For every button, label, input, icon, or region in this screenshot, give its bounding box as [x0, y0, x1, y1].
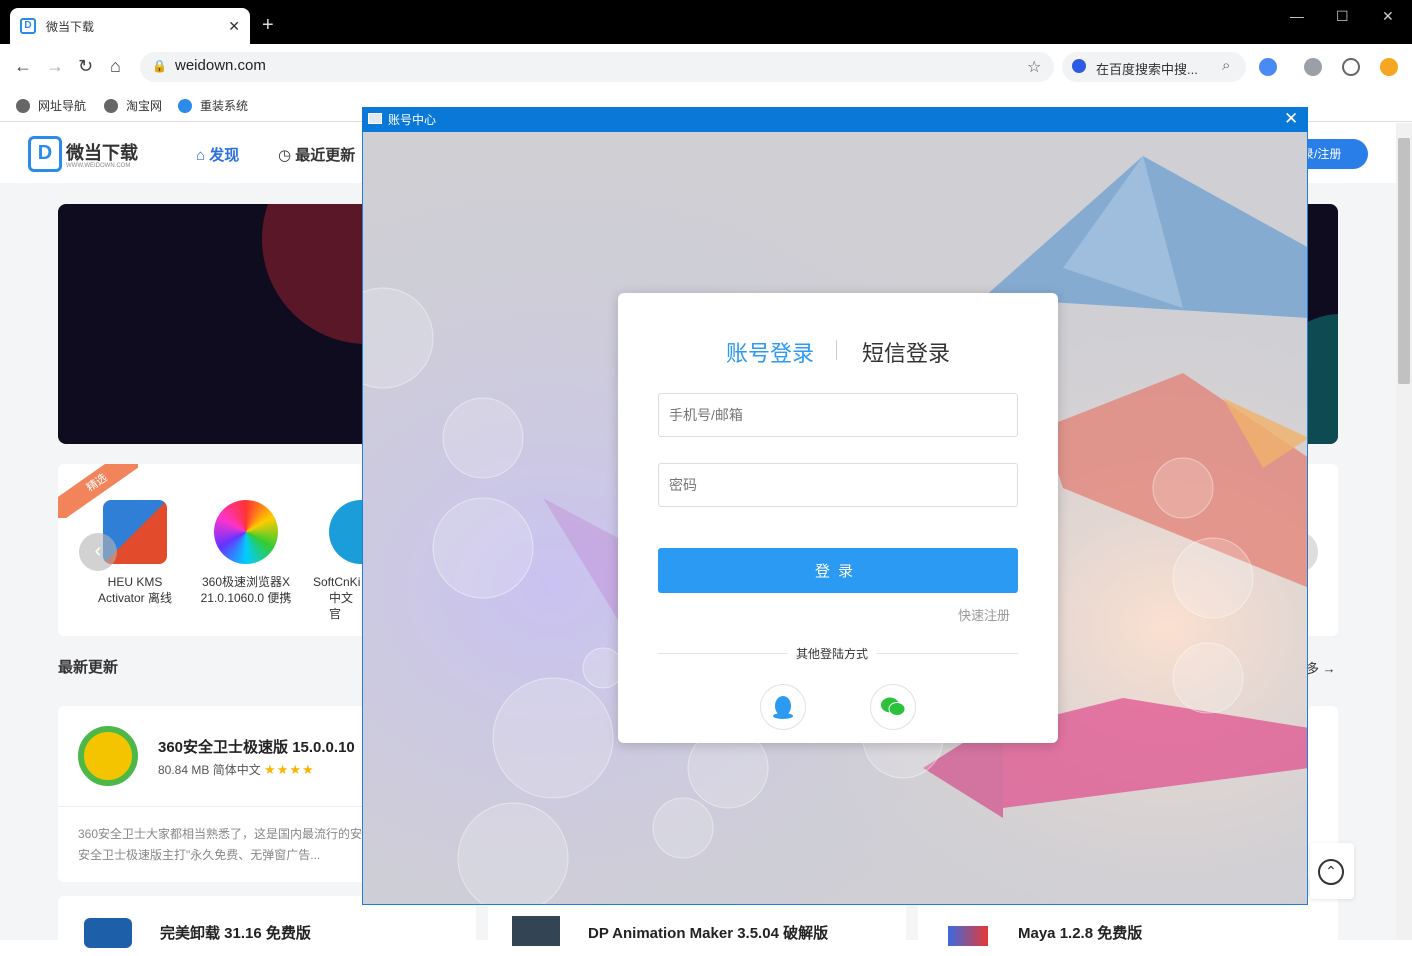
search-placeholder: 在百度搜索中搜... [1096, 62, 1198, 77]
window-icon [368, 113, 382, 124]
lock-icon[interactable]: 🔒 [152, 59, 167, 73]
pick-item[interactable]: SoftCnKi 中文官 [300, 500, 362, 622]
profile-icon[interactable] [1304, 58, 1322, 76]
site-logo-sub: WWW.WEIDOWN.COM [66, 163, 131, 169]
tab-sms-login[interactable]: 短信登录 [862, 336, 950, 368]
new-tab-button[interactable]: + [262, 14, 274, 37]
dialog-close-button[interactable]: ✕ [1284, 109, 1298, 129]
login-button[interactable]: 登录 [658, 548, 1018, 593]
tab-title: 微当下载 [46, 19, 95, 34]
baidu-icon [1072, 59, 1086, 73]
globe-icon [104, 98, 118, 113]
record-extension-icon[interactable] [1342, 58, 1360, 76]
search-icon[interactable]: ⌕ [1222, 57, 1230, 74]
wechat-icon [881, 697, 906, 716]
arrow-up-icon: ⌃ [1318, 859, 1344, 885]
bookmark-item[interactable]: 淘宝网 [104, 97, 162, 114]
minimize-button[interactable]: — [1290, 8, 1304, 24]
maximize-button[interactable]: ☐ [1336, 8, 1349, 25]
softcnki-icon [329, 500, 362, 564]
home-icon: ⌂ [196, 147, 210, 164]
other-login-label: 其他登陆方式 [788, 645, 877, 662]
bookmark-item[interactable]: 网址导航 [16, 97, 86, 114]
tab-close-icon[interactable]: ✕ [228, 18, 240, 35]
search-box[interactable]: 在百度搜索中搜... ⌕ [1062, 52, 1246, 82]
url-text[interactable]: weidown.com [175, 57, 266, 74]
gear-icon [178, 98, 192, 113]
password-input[interactable] [658, 463, 1018, 507]
dialog-title: 账号中心 [388, 113, 437, 127]
globe-icon [16, 98, 30, 113]
maya-icon [948, 926, 988, 946]
quick-register-link[interactable]: 快速注册 [958, 605, 1010, 624]
phone-email-input[interactable] [658, 393, 1018, 437]
qq-icon [773, 696, 793, 719]
home-icon[interactable]: ⌂ [110, 56, 121, 77]
nav-recent[interactable]: ◷ 最近更新 [278, 144, 355, 165]
qq-login-button[interactable] [760, 684, 806, 730]
card-meta: 80.84 MB 简体中文 ★★★★ [158, 762, 315, 777]
more-link[interactable]: 多 → [1306, 658, 1336, 677]
latest-title: 最新更新 [58, 659, 119, 676]
forward-icon[interactable]: → [46, 56, 64, 77]
site-logo-icon[interactable]: D [28, 136, 62, 172]
address-bar[interactable] [140, 52, 1054, 82]
dp-animation-icon [512, 916, 560, 946]
rating-stars: ★★★★ [264, 762, 315, 777]
bookmark-star-icon[interactable]: ☆ [1027, 57, 1041, 77]
pick-item[interactable]: 360极速浏览器X 21.0.1060.0 便携 [191, 500, 301, 606]
card-title[interactable]: 360安全卫士极速版 15.0.0.10 [158, 736, 355, 757]
window-close-button[interactable]: ✕ [1382, 8, 1394, 25]
browser-tab[interactable]: D 微当下载 ✕ [10, 8, 250, 44]
dialog-title-bar[interactable] [362, 107, 1308, 132]
translate-extension-icon[interactable] [1259, 58, 1277, 76]
back-to-top-button[interactable]: ⌃ [1310, 843, 1354, 899]
card-desc: 安全卫士极速版主打"永久免费、无弹窗广告... [78, 848, 321, 862]
nav-find[interactable]: ⌂ 发现 [196, 144, 239, 165]
uninstall-app-icon [84, 918, 132, 948]
360-safe-icon [78, 726, 138, 786]
carousel-prev-button[interactable]: ‹ [79, 533, 117, 571]
clock-icon: ◷ [278, 147, 296, 164]
reload-icon[interactable]: ↻ [78, 56, 93, 77]
favicon-icon: D [20, 18, 36, 34]
alert-icon[interactable] [1380, 58, 1398, 76]
360-browser-icon [214, 500, 278, 564]
card-desc: 360安全卫士大家都相当熟悉了，这是国内最流行的安 [78, 827, 363, 841]
login-panel [618, 293, 1058, 743]
bookmark-item[interactable]: 重装系统 [178, 97, 248, 114]
tab-divider [836, 340, 837, 360]
tab-account-login[interactable]: 账号登录 [726, 336, 814, 368]
wechat-login-button[interactable] [870, 684, 916, 730]
site-logo-text[interactable]: 微当下载 [66, 139, 138, 165]
back-icon[interactable]: ← [14, 56, 32, 77]
scrollbar-thumb[interactable] [1398, 138, 1410, 384]
